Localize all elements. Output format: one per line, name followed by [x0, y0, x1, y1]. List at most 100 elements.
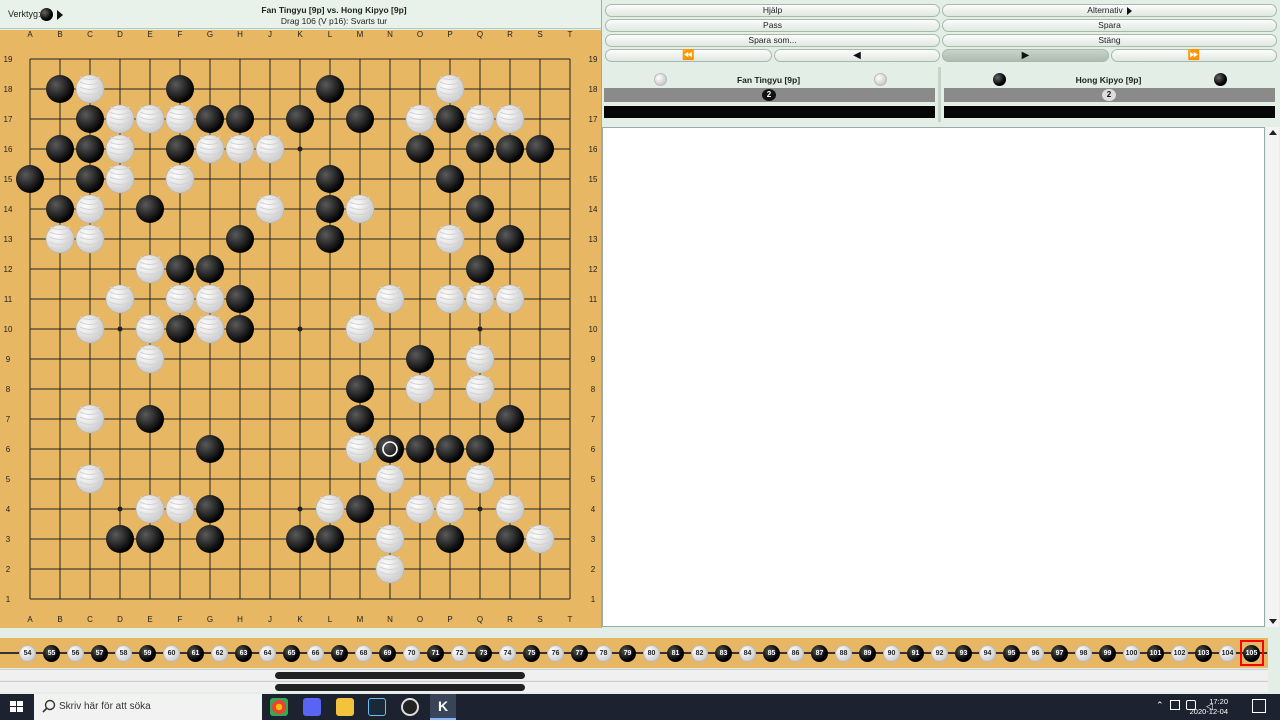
move-60[interactable]: 60 — [163, 645, 180, 662]
move-92[interactable]: 92 — [931, 645, 948, 662]
move-96[interactable]: 96 — [1027, 645, 1044, 662]
scroll-down-icon[interactable] — [1269, 619, 1277, 624]
move-strip-scrollbar[interactable] — [0, 669, 1268, 680]
pass-button[interactable]: Pass — [605, 19, 940, 32]
move-82[interactable]: 82 — [691, 645, 708, 662]
save-button[interactable]: Spara — [942, 19, 1277, 32]
first-move-button[interactable]: ⏪ — [605, 49, 772, 62]
scroll-thumb[interactable] — [275, 684, 525, 691]
tray-chevron-icon[interactable]: ⌃ — [1156, 700, 1164, 711]
tray-clock[interactable]: 17:20 2020-12-04 — [1190, 697, 1228, 717]
move-strip-scrollbar-2[interactable] — [0, 681, 1268, 692]
move-79[interactable]: 79 — [619, 645, 636, 662]
row-label: 3 — [591, 535, 596, 544]
tools-menu-arrow-icon[interactable] — [57, 10, 63, 20]
move-78[interactable]: 78 — [595, 645, 612, 662]
move-95[interactable]: 95 — [1003, 645, 1020, 662]
discord-icon[interactable] — [303, 698, 321, 716]
move-85[interactable]: 85 — [763, 645, 780, 662]
move-54[interactable]: 54 — [19, 645, 36, 662]
row-label: 1 — [6, 595, 11, 604]
start-button[interactable] — [0, 694, 34, 720]
go-board[interactable]: A A B B C C D D E E F F G G H H J J K K L L M M N N O O P P Q Q R R S S T T 19… — [0, 30, 601, 628]
network-icon[interactable] — [1170, 700, 1180, 710]
tool-stone-icon[interactable] — [40, 8, 53, 21]
black-stone — [346, 105, 374, 133]
move-strip[interactable]: 54 55 56 57 58 59 60 61 62 63 64 65 66 67 68 69 70 71 72 73… — [0, 638, 1268, 668]
black-stone — [76, 135, 104, 163]
chrome-icon[interactable] — [270, 698, 288, 716]
move-99[interactable]: 99 — [1099, 645, 1116, 662]
move-56[interactable]: 56 — [67, 645, 84, 662]
comments-scrollbar[interactable] — [1266, 127, 1279, 627]
steam-icon[interactable] — [368, 698, 386, 716]
move-75[interactable]: 75 — [523, 645, 540, 662]
column-label: O — [417, 615, 423, 624]
help-button[interactable]: Hjälp — [605, 4, 940, 17]
move-65[interactable]: 65 — [283, 645, 300, 662]
move-61[interactable]: 61 — [187, 645, 204, 662]
move-97[interactable]: 97 — [1051, 645, 1068, 662]
move-104[interactable]: 104 — [1219, 645, 1236, 662]
row-label: 16 — [589, 145, 598, 154]
move-67[interactable]: 67 — [331, 645, 348, 662]
move-64[interactable]: 64 — [259, 645, 276, 662]
save-as-button[interactable]: Spara som... — [605, 34, 940, 47]
move-100[interactable]: 100 — [1123, 645, 1140, 662]
move-103[interactable]: 103 — [1195, 645, 1212, 662]
go-app-taskbar-icon[interactable]: K — [430, 694, 456, 720]
move-74[interactable]: 74 — [499, 645, 516, 662]
move-83[interactable]: 83 — [715, 645, 732, 662]
move-70[interactable]: 70 — [403, 645, 420, 662]
move-87[interactable]: 87 — [811, 645, 828, 662]
move-55[interactable]: 55 — [43, 645, 60, 662]
black-stone — [436, 105, 464, 133]
close-button[interactable]: Stäng — [942, 34, 1277, 47]
move-71[interactable]: 71 — [427, 645, 444, 662]
move-86[interactable]: 86 — [787, 645, 804, 662]
move-84[interactable]: 84 — [739, 645, 756, 662]
move-72[interactable]: 72 — [451, 645, 468, 662]
move-58[interactable]: 58 — [115, 645, 132, 662]
move-102[interactable]: 102 — [1171, 645, 1188, 662]
notification-icon[interactable] — [1252, 699, 1266, 713]
column-label: F — [178, 30, 183, 39]
move-90[interactable]: 90 — [883, 645, 900, 662]
move-93[interactable]: 93 — [955, 645, 972, 662]
move-57[interactable]: 57 — [91, 645, 108, 662]
move-80[interactable]: 80 — [643, 645, 660, 662]
taskbar-search[interactable]: Skriv här för att söka — [34, 694, 262, 720]
black-stone — [466, 255, 494, 283]
comments-area[interactable] — [602, 127, 1265, 627]
obs-icon[interactable] — [401, 698, 419, 716]
move-63[interactable]: 63 — [235, 645, 252, 662]
file-explorer-icon[interactable] — [336, 698, 354, 716]
row-label: 9 — [6, 355, 11, 364]
move-88[interactable]: 88 — [835, 645, 852, 662]
move-77[interactable]: 77 — [571, 645, 588, 662]
move-81[interactable]: 81 — [667, 645, 684, 662]
move-73[interactable]: 73 — [475, 645, 492, 662]
scroll-up-icon[interactable] — [1269, 130, 1277, 135]
prev-move-button[interactable]: ◀ — [774, 49, 940, 62]
move-59[interactable]: 59 — [139, 645, 156, 662]
move-89[interactable]: 89 — [859, 645, 876, 662]
options-button[interactable]: Alternativ — [942, 4, 1277, 17]
move-106[interactable]: 106 — [1267, 645, 1268, 662]
last-move-button[interactable]: ⏩ — [1111, 49, 1277, 62]
move-91[interactable]: 91 — [907, 645, 924, 662]
move-69[interactable]: 69 — [379, 645, 396, 662]
next-move-button[interactable]: ▶ — [942, 49, 1109, 62]
move-94[interactable]: 94 — [979, 645, 996, 662]
move-62[interactable]: 62 — [211, 645, 228, 662]
scroll-thumb[interactable] — [275, 672, 525, 679]
black-stone — [166, 135, 194, 163]
move-68[interactable]: 68 — [355, 645, 372, 662]
move-66[interactable]: 66 — [307, 645, 324, 662]
move-98[interactable]: 98 — [1075, 645, 1092, 662]
move-101[interactable]: 101 — [1147, 645, 1164, 662]
black-stone — [46, 195, 74, 223]
move-76[interactable]: 76 — [547, 645, 564, 662]
row-label: 2 — [6, 565, 11, 574]
board-canvas[interactable]: AABBCCDDEEFFGGHHJJKKLLMMNNOOPPQQRRSSTT19… — [0, 30, 601, 628]
